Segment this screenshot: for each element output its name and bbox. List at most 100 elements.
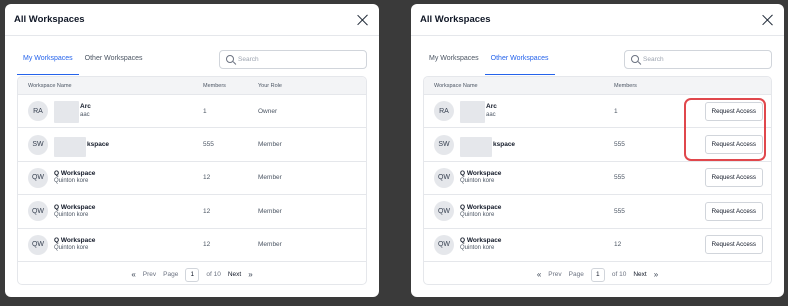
- table-row: RA Arc aac 1 Request Access: [424, 95, 771, 129]
- avatar: QW: [434, 201, 454, 222]
- workspaces-table: Workspace Name Members Your Role RA Arc …: [17, 76, 367, 285]
- workspace-name: Q Workspace: [460, 236, 502, 244]
- modal-title: All Workspaces: [420, 14, 491, 25]
- members-count: 555: [614, 207, 625, 215]
- table-row[interactable]: QW Q Workspace Quinton kore 12 Member: [18, 229, 366, 262]
- redacted-block: [54, 101, 79, 124]
- search-input[interactable]: [643, 55, 765, 63]
- members-count: 12: [203, 207, 211, 215]
- avatar: QW: [434, 167, 454, 188]
- role: Member: [258, 174, 282, 182]
- workspace-owner: Quinton kore: [460, 178, 495, 185]
- redacted-block: [460, 101, 485, 124]
- col-members: Members: [614, 82, 637, 89]
- page-total: of 10: [206, 271, 221, 279]
- members-count: 12: [203, 241, 211, 249]
- role: Member: [258, 207, 282, 215]
- table-row: QW Q Workspace Quinton kore 555 Request …: [424, 162, 771, 196]
- page-number-input[interactable]: 1: [185, 267, 200, 282]
- avatar: QW: [28, 201, 48, 222]
- search-icon: [631, 55, 639, 63]
- role: Member: [258, 241, 282, 249]
- first-page-icon[interactable]: «: [131, 270, 135, 279]
- modal-header: All Workspaces: [411, 4, 784, 36]
- tab-bar: My Workspaces Other Workspaces: [423, 43, 555, 75]
- close-icon[interactable]: [356, 13, 370, 27]
- page-label: Page: [568, 271, 584, 279]
- next-page-link[interactable]: Next: [228, 271, 241, 278]
- last-page-icon[interactable]: »: [654, 270, 658, 279]
- members-count: 555: [614, 174, 625, 182]
- page-total: of 10: [611, 271, 627, 279]
- col-workspace-name: Workspace Name: [28, 82, 72, 89]
- page-label: Page: [163, 271, 179, 279]
- workspace-owner: Quinton kore: [460, 211, 495, 218]
- col-workspace-name: Workspace Name: [434, 82, 478, 89]
- members-count: 555: [203, 141, 214, 149]
- search-icon: [226, 55, 234, 63]
- tab-my-workspaces[interactable]: My Workspaces: [423, 43, 485, 75]
- tab-my-workspaces[interactable]: My Workspaces: [17, 43, 79, 75]
- workspaces-modal-other: All Workspaces My Workspaces Other Works…: [411, 4, 784, 297]
- toolbar: My Workspaces Other Workspaces: [5, 43, 379, 75]
- modal-title: All Workspaces: [14, 14, 85, 25]
- col-members: Members: [203, 82, 226, 89]
- search-input[interactable]: [238, 55, 360, 63]
- workspace-name: Q Workspace: [460, 170, 502, 178]
- page-number-input[interactable]: 1: [590, 267, 605, 282]
- table-row[interactable]: QW Q Workspace Quinton kore 12 Member: [18, 195, 366, 229]
- last-page-icon[interactable]: »: [248, 270, 252, 279]
- workspace-name: Q Workspace: [54, 236, 96, 244]
- workspace-name: Q Workspace: [54, 170, 96, 178]
- table-row[interactable]: RA Arc aac 1 Owner: [18, 95, 366, 129]
- avatar: QW: [28, 234, 48, 255]
- redacted-block: [460, 136, 492, 157]
- tab-bar: My Workspaces Other Workspaces: [17, 43, 149, 75]
- workspaces-table: Workspace Name Members RA Arc aac 1 Requ…: [423, 76, 772, 285]
- request-access-button[interactable]: Request Access: [704, 135, 763, 155]
- tab-other-workspaces[interactable]: Other Workspaces: [79, 43, 149, 75]
- request-access-button[interactable]: Request Access: [704, 168, 763, 188]
- tab-other-workspaces[interactable]: Other Workspaces: [484, 43, 555, 75]
- table-row[interactable]: SW kspace 555 Member: [18, 128, 366, 162]
- role: Member: [258, 141, 282, 149]
- toolbar: My Workspaces Other Workspaces: [411, 43, 784, 75]
- col-role: Your Role: [258, 82, 282, 89]
- members-count: 1: [203, 107, 207, 115]
- workspace-owner: aac: [486, 111, 496, 118]
- request-access-button[interactable]: Request Access: [704, 201, 763, 221]
- first-page-icon[interactable]: «: [537, 270, 541, 279]
- workspace-name: Arc: [486, 103, 497, 111]
- close-icon[interactable]: [761, 13, 775, 27]
- workspace-owner: Quinton kore: [54, 245, 89, 252]
- workspace-name: kspace: [493, 140, 516, 148]
- workspace-name: Arc: [80, 103, 91, 111]
- members-count: 555: [614, 141, 625, 149]
- avatar: RA: [28, 101, 48, 122]
- search-box[interactable]: [624, 49, 772, 69]
- request-access-button[interactable]: Request Access: [704, 101, 763, 121]
- avatar: SW: [434, 134, 454, 155]
- avatar: QW: [28, 167, 48, 188]
- members-count: 12: [203, 174, 211, 182]
- workspace-name: kspace: [87, 140, 110, 148]
- workspace-owner: Quinton kore: [460, 245, 495, 252]
- avatar: RA: [434, 101, 454, 122]
- workspace-name: Q Workspace: [460, 203, 502, 211]
- workspaces-modal-my: All Workspaces My Workspaces Other Works…: [5, 4, 379, 297]
- table-header: Workspace Name Members: [424, 77, 771, 95]
- request-access-button[interactable]: Request Access: [704, 235, 763, 255]
- modal-header: All Workspaces: [5, 4, 379, 36]
- workspace-owner: Quinton kore: [54, 178, 89, 185]
- members-count: 12: [614, 241, 622, 249]
- redacted-block: [54, 136, 86, 157]
- prev-page-link[interactable]: Prev: [143, 271, 156, 278]
- role: Owner: [258, 107, 278, 115]
- table-header: Workspace Name Members Your Role: [18, 77, 366, 95]
- prev-page-link[interactable]: Prev: [548, 271, 561, 278]
- table-row: QW Q Workspace Quinton kore 555 Request …: [424, 195, 771, 229]
- next-page-link[interactable]: Next: [633, 271, 646, 278]
- workspace-owner: Quinton kore: [54, 211, 89, 218]
- search-box[interactable]: [219, 49, 367, 69]
- table-row[interactable]: QW Q Workspace Quinton kore 12 Member: [18, 162, 366, 196]
